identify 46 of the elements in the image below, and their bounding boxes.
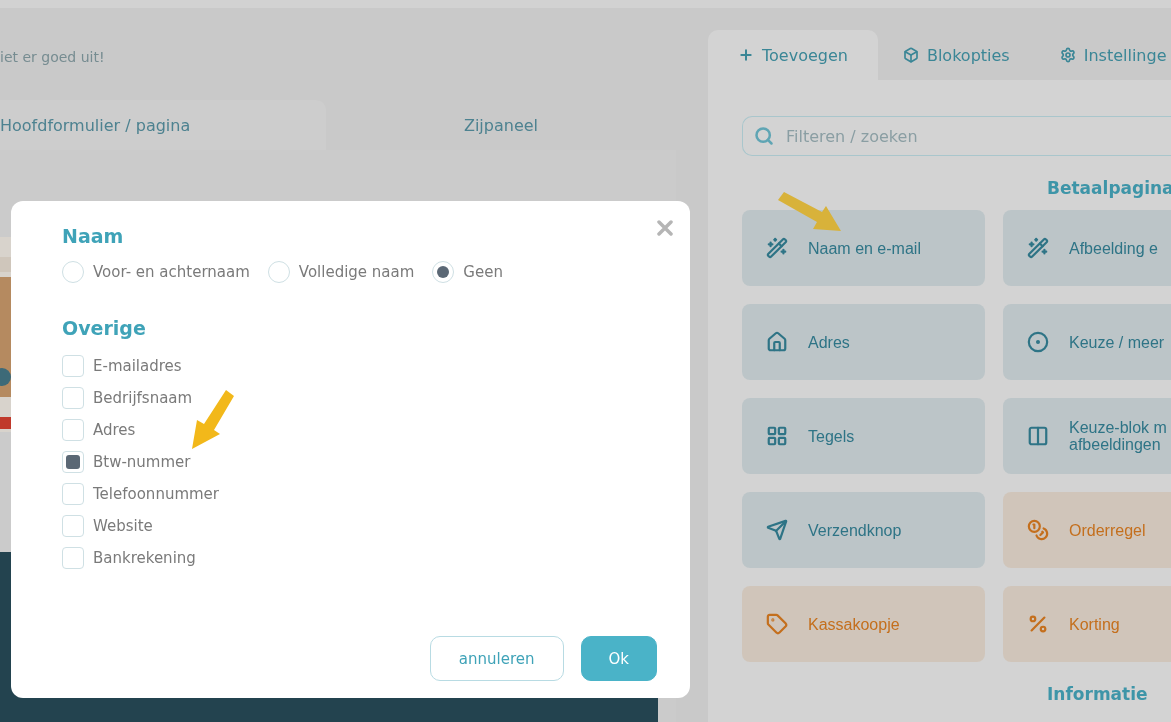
checkbox[interactable] bbox=[62, 419, 84, 441]
option-label: Website bbox=[93, 517, 153, 535]
option-label: Voor- en achternaam bbox=[93, 263, 250, 281]
block-tile[interactable]: Naam en e-mail bbox=[742, 210, 985, 286]
block-tile[interactable]: Verzendknop bbox=[742, 492, 985, 568]
page-tab[interactable]: Hoofdformulier / pagina bbox=[0, 100, 326, 150]
plus-icon bbox=[738, 47, 754, 63]
search-field[interactable]: Filteren / zoeken bbox=[742, 116, 1171, 156]
block-tile[interactable]: Afbeelding e bbox=[1003, 210, 1171, 286]
pointer-arrow bbox=[778, 192, 842, 232]
checkbox[interactable] bbox=[62, 483, 84, 505]
settings-icon bbox=[1059, 47, 1076, 63]
option-label: Telefoonnummer bbox=[93, 485, 219, 503]
block-tile[interactable]: Tegels bbox=[742, 398, 985, 474]
checkbox[interactable] bbox=[62, 355, 84, 377]
option-label: Bankrekening bbox=[93, 549, 196, 567]
option-label: E-mailadres bbox=[93, 357, 182, 375]
close-icon[interactable] bbox=[657, 220, 673, 236]
panel-tab[interactable]: Toevoegen bbox=[708, 30, 878, 80]
pointer-arrow bbox=[192, 390, 236, 450]
block-tile[interactable]: Keuze / meer bbox=[1003, 304, 1171, 380]
intro-text: iet er goed uit! bbox=[0, 49, 106, 67]
section-title: Informatie bbox=[1047, 684, 1149, 706]
ok-button[interactable]: Ok bbox=[580, 636, 657, 681]
checkbox[interactable] bbox=[62, 387, 84, 409]
checkbox[interactable] bbox=[62, 451, 84, 473]
section-title: Naam bbox=[62, 225, 124, 247]
block-tile[interactable]: Adres bbox=[742, 304, 985, 380]
block-tile[interactable]: Orderregel bbox=[1003, 492, 1171, 568]
option-label: Bedrijfsnaam bbox=[93, 389, 193, 407]
section-title: Overige bbox=[62, 317, 146, 339]
option-label: Btw-nummer bbox=[93, 453, 191, 471]
cancel-button[interactable]: annuleren bbox=[429, 636, 564, 681]
panel-tab[interactable]: Instellinge bbox=[1034, 30, 1171, 80]
block-tile[interactable]: Kassakoopje bbox=[742, 586, 985, 662]
cube-icon bbox=[902, 47, 919, 63]
option-label: Volledige naam bbox=[298, 263, 415, 281]
checkbox[interactable] bbox=[62, 515, 84, 537]
panel-tab[interactable]: Blokopties bbox=[877, 30, 1035, 80]
option-label: Geen bbox=[463, 263, 503, 281]
block-tile[interactable]: Keuze-blok m afbeeldingen bbox=[1003, 398, 1171, 474]
search-icon bbox=[754, 126, 774, 146]
block-tile[interactable]: Korting bbox=[1003, 586, 1171, 662]
page-tab[interactable]: Zijpaneel bbox=[326, 100, 676, 150]
option-label: Adres bbox=[93, 421, 136, 439]
checkbox[interactable] bbox=[62, 547, 84, 569]
